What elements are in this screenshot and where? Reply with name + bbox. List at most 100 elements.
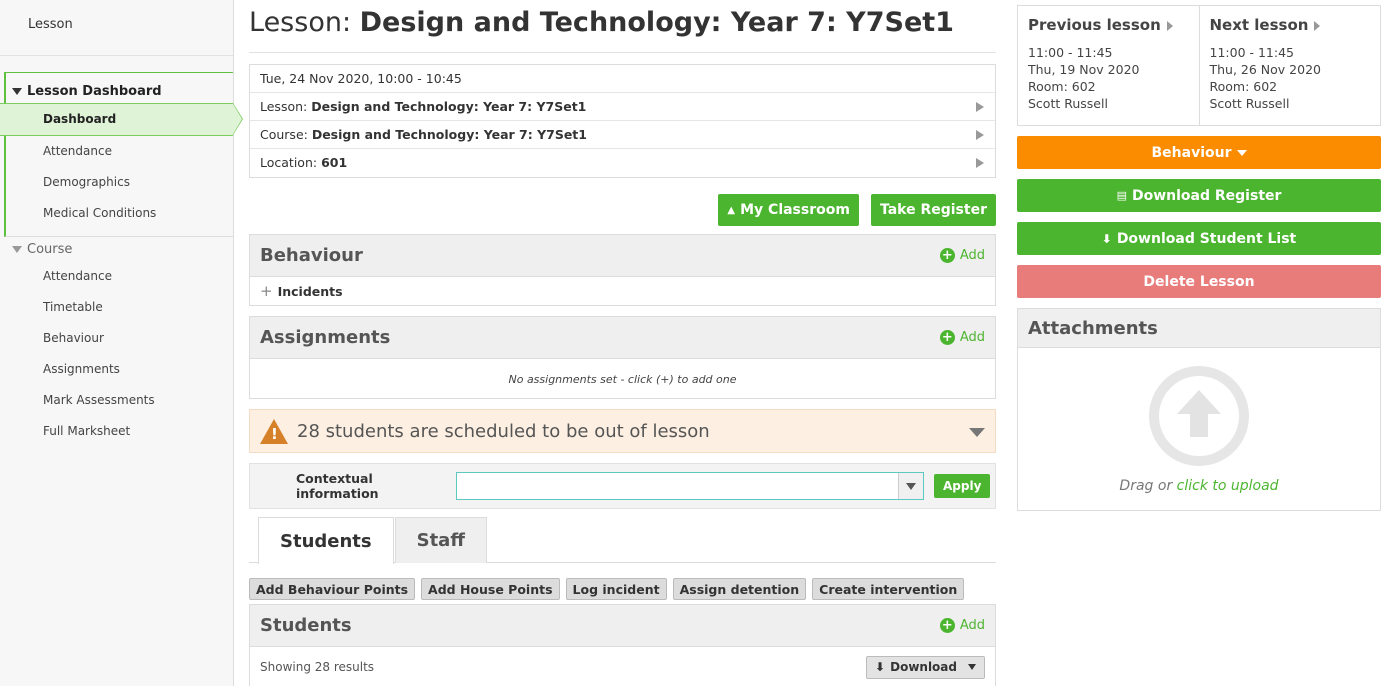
plus-circle-icon: + bbox=[939, 330, 955, 345]
chevron-right-icon bbox=[976, 158, 984, 168]
out-of-lesson-alert[interactable]: ! 28 students are scheduled to be out of… bbox=[249, 409, 996, 453]
sidebar-item-mark-assessments[interactable]: Mark Assessments bbox=[0, 385, 233, 416]
behaviour-title: Behaviour bbox=[260, 245, 363, 266]
sidebar-title: Lesson bbox=[0, 0, 233, 56]
lesson-navigation: Previous lesson 11:00 - 11:45 Thu, 19 No… bbox=[1017, 5, 1381, 126]
next-lesson-room: Room: 602 bbox=[1209, 79, 1278, 94]
plus-icon: + bbox=[260, 282, 273, 300]
log-incident-button[interactable]: Log incident bbox=[565, 578, 667, 600]
lesson-info-box: Tue, 24 Nov 2020, 10:00 - 10:45 Lesson: … bbox=[249, 64, 996, 178]
download-icon: ⬇ bbox=[875, 660, 886, 674]
tab-staff[interactable]: Staff bbox=[394, 517, 487, 563]
chevron-right-icon bbox=[1166, 20, 1173, 31]
click-to-upload-link[interactable]: click to upload bbox=[1177, 478, 1279, 494]
add-label: Add bbox=[959, 618, 985, 633]
file-pdf-icon: ▤ bbox=[1116, 189, 1127, 202]
assignments-panel: Assignments + Add No assignments set - c… bbox=[249, 316, 996, 399]
behaviour-panel-body: + Incidents bbox=[250, 277, 995, 305]
previous-lesson-title: Previous lesson bbox=[1028, 16, 1161, 34]
add-house-points-button[interactable]: Add House Points bbox=[421, 578, 560, 600]
sidebar-item-full-marksheet[interactable]: Full Marksheet bbox=[0, 416, 233, 447]
students-title: Students bbox=[260, 615, 352, 636]
caret-down-icon[interactable] bbox=[969, 428, 985, 437]
contextual-info-label: Contextual information bbox=[296, 471, 379, 501]
take-register-button[interactable]: Take Register bbox=[870, 194, 996, 226]
add-label: Add bbox=[959, 330, 985, 345]
sidebar-item-dashboard[interactable]: Dashboard bbox=[0, 103, 243, 136]
course-link-row[interactable]: Course: Design and Technology: Year 7: Y… bbox=[250, 121, 995, 149]
contextual-info-select[interactable] bbox=[456, 472, 924, 500]
contextual-info-input[interactable] bbox=[457, 473, 898, 499]
sidebar-item-course-attendance[interactable]: Attendance bbox=[0, 261, 233, 292]
sidebar-item-timetable[interactable]: Timetable bbox=[0, 292, 233, 323]
main-content: Lesson: Design and Technology: Year 7: Y… bbox=[249, 0, 996, 686]
students-panel-header: Students + Add bbox=[250, 605, 995, 647]
attachments-title: Attachments bbox=[1018, 309, 1380, 348]
warning-icon: ! bbox=[260, 418, 288, 444]
incidents-label: Incidents bbox=[277, 283, 343, 299]
drag-upload-text: Drag or click to upload bbox=[1018, 478, 1380, 494]
dropdown-toggle[interactable] bbox=[898, 473, 923, 499]
add-label: Add bbox=[959, 248, 985, 263]
next-lesson-header[interactable]: Next lesson bbox=[1210, 17, 1371, 34]
results-count: Showing 28 results bbox=[260, 660, 375, 674]
assignments-empty-note: No assignments set - click (+) to add on… bbox=[508, 373, 737, 386]
incidents-toggle[interactable]: + Incidents bbox=[260, 282, 985, 300]
behaviour-dropdown-button[interactable]: Behaviour bbox=[1017, 136, 1381, 169]
previous-lesson-teacher: Scott Russell bbox=[1028, 96, 1108, 111]
assign-detention-button[interactable]: Assign detention bbox=[672, 578, 807, 600]
alert-text: 28 students are scheduled to be out of l… bbox=[297, 420, 710, 442]
location-link-row[interactable]: Location: 601 bbox=[250, 149, 995, 177]
create-intervention-button[interactable]: Create intervention bbox=[812, 578, 965, 600]
behaviour-panel-header: Behaviour + Add bbox=[250, 235, 995, 277]
plus-circle-icon: + bbox=[939, 248, 955, 263]
sidebar-group-label: Course bbox=[27, 242, 73, 257]
caret-down-icon bbox=[906, 482, 916, 490]
sidebar-item-demographics[interactable]: Demographics bbox=[0, 167, 233, 198]
upload-arrow-head bbox=[1177, 390, 1221, 414]
sidebar-item-behaviour[interactable]: Behaviour bbox=[0, 323, 233, 354]
students-add-button[interactable]: + Add bbox=[939, 618, 985, 633]
download-register-button[interactable]: ▤ Download Register bbox=[1017, 179, 1381, 212]
previous-lesson-header[interactable]: Previous lesson bbox=[1028, 17, 1189, 34]
download-student-list-label: Download Student List bbox=[1116, 230, 1297, 247]
people-tabs: Students Staff bbox=[249, 517, 996, 564]
my-classroom-label: My Classroom bbox=[740, 202, 850, 218]
sidebar-group-course[interactable]: Course bbox=[0, 231, 233, 261]
chevron-right-icon bbox=[976, 102, 984, 112]
sidebar-group-label: Lesson Dashboard bbox=[27, 84, 162, 99]
sidebar: Lesson Lesson Dashboard Dashboard Attend… bbox=[0, 0, 243, 686]
download-dropdown-button[interactable]: ⬇ Download bbox=[866, 655, 985, 679]
lesson-value: Design and Technology: Year 7: Y7Set1 bbox=[311, 99, 587, 114]
upload-icon[interactable] bbox=[1149, 366, 1249, 466]
sidebar-item-assignments[interactable]: Assignments bbox=[0, 354, 233, 385]
lesson-link-row[interactable]: Lesson: Design and Technology: Year 7: Y… bbox=[250, 93, 995, 121]
assignments-add-button[interactable]: + Add bbox=[939, 330, 985, 345]
page-title: Lesson: Design and Technology: Year 7: Y… bbox=[249, 0, 996, 53]
course-label: Course: bbox=[260, 127, 312, 142]
attachments-panel: Attachments Drag or click to upload bbox=[1017, 308, 1381, 511]
download-student-list-button[interactable]: ⬇ Download Student List bbox=[1017, 222, 1381, 255]
next-lesson-title: Next lesson bbox=[1209, 16, 1309, 34]
my-classroom-button[interactable]: ▲ My Classroom bbox=[718, 194, 859, 226]
sidebar-group-lesson-dashboard[interactable]: Lesson Dashboard bbox=[0, 73, 233, 103]
lesson-datetime: Tue, 24 Nov 2020, 10:00 - 10:45 bbox=[250, 65, 995, 93]
sidebar-item-attendance[interactable]: Attendance bbox=[0, 136, 233, 167]
apply-button[interactable]: Apply bbox=[934, 474, 991, 498]
add-behaviour-points-button[interactable]: Add Behaviour Points bbox=[249, 578, 416, 600]
caret-down-icon bbox=[12, 246, 22, 253]
course-value: Design and Technology: Year 7: Y7Set1 bbox=[311, 127, 587, 142]
delete-lesson-button[interactable]: Delete Lesson bbox=[1017, 265, 1381, 298]
lesson-actions: ▲ My Classroom Take Register bbox=[249, 194, 996, 226]
sidebar-lesson-group: Lesson Dashboard Dashboard Attendance De… bbox=[0, 73, 243, 229]
sidebar-item-medical-conditions[interactable]: Medical Conditions bbox=[0, 198, 233, 229]
right-column: Previous lesson 11:00 - 11:45 Thu, 19 No… bbox=[1017, 5, 1381, 511]
previous-lesson-date: Thu, 19 Nov 2020 bbox=[1028, 62, 1140, 77]
next-lesson-time: 11:00 - 11:45 bbox=[1209, 45, 1295, 60]
caret-down-icon bbox=[1236, 149, 1247, 156]
previous-lesson[interactable]: Previous lesson 11:00 - 11:45 Thu, 19 No… bbox=[1018, 6, 1200, 125]
next-lesson[interactable]: Next lesson 11:00 - 11:45 Thu, 26 Nov 20… bbox=[1200, 6, 1381, 125]
behaviour-add-button[interactable]: + Add bbox=[939, 248, 985, 263]
students-subheader: Showing 28 results ⬇ Download bbox=[250, 647, 995, 686]
tab-students[interactable]: Students bbox=[258, 517, 394, 564]
